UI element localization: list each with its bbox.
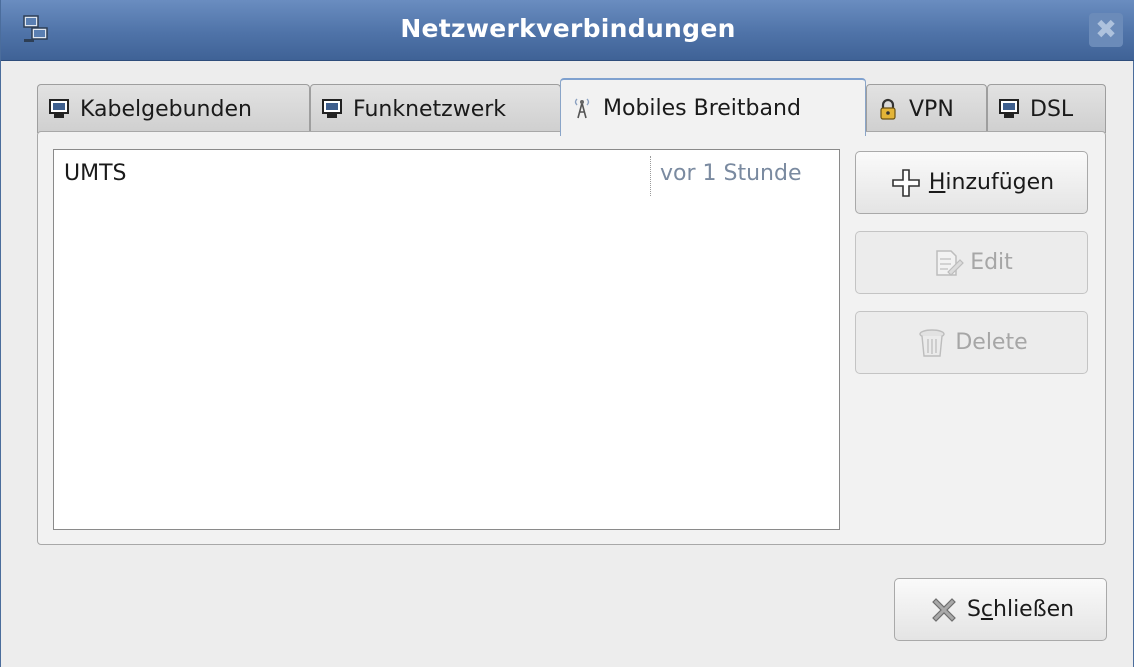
connection-list[interactable]: UMTS vor 1 Stunde [53, 149, 840, 530]
list-item[interactable]: UMTS vor 1 Stunde [54, 150, 839, 198]
network-connections-window: Netzwerkverbindungen ✖ Kabelgebunden Fun… [0, 0, 1134, 667]
close-x-icon [932, 597, 956, 622]
tab-label: Funknetzwerk [353, 96, 507, 122]
window-title: Netzwerkverbindungen [400, 14, 736, 43]
edit-document-icon [936, 249, 965, 276]
last-used-time: vor 1 Stunde [660, 161, 802, 186]
tab-label: Kabelgebunden [80, 96, 252, 122]
plus-icon [892, 168, 920, 197]
trash-can-icon [919, 328, 946, 357]
padlock-icon [880, 98, 896, 120]
tab-funknetzwerk[interactable]: Funknetzwerk [310, 84, 561, 133]
add-button-label: Hinzufügen [928, 170, 1055, 195]
network-computer-icon [49, 99, 69, 118]
delete-button-label: Delete [955, 330, 1028, 355]
edit-button-label: Edit [970, 250, 1013, 275]
network-computer-icon [999, 99, 1019, 118]
tab-label: Mobiles Breitband [603, 95, 801, 121]
add-button[interactable]: Hinzufügen [855, 151, 1088, 214]
close-button-label: Schließen [966, 597, 1075, 622]
edit-button[interactable]: Edit [855, 231, 1088, 294]
column-divider [650, 156, 651, 196]
tab-mobiles-breitband[interactable]: Mobiles Breitband [560, 78, 866, 136]
delete-button[interactable]: Delete [855, 311, 1088, 374]
antenna-tower-icon [574, 98, 590, 119]
tab-label: DSL [1030, 96, 1074, 122]
tab-label: VPN [909, 96, 954, 122]
tab-kabelgebunden[interactable]: Kabelgebunden [37, 84, 310, 133]
connection-name: UMTS [64, 161, 127, 186]
network-computer-icon [322, 99, 342, 118]
title-bar[interactable]: Netzwerkverbindungen ✖ [1, 0, 1134, 61]
close-button[interactable]: Schließen [894, 578, 1107, 641]
close-window-icon[interactable]: ✖ [1089, 13, 1123, 47]
tab-dsl[interactable]: DSL [987, 84, 1106, 133]
tab-vpn[interactable]: VPN [866, 84, 987, 133]
